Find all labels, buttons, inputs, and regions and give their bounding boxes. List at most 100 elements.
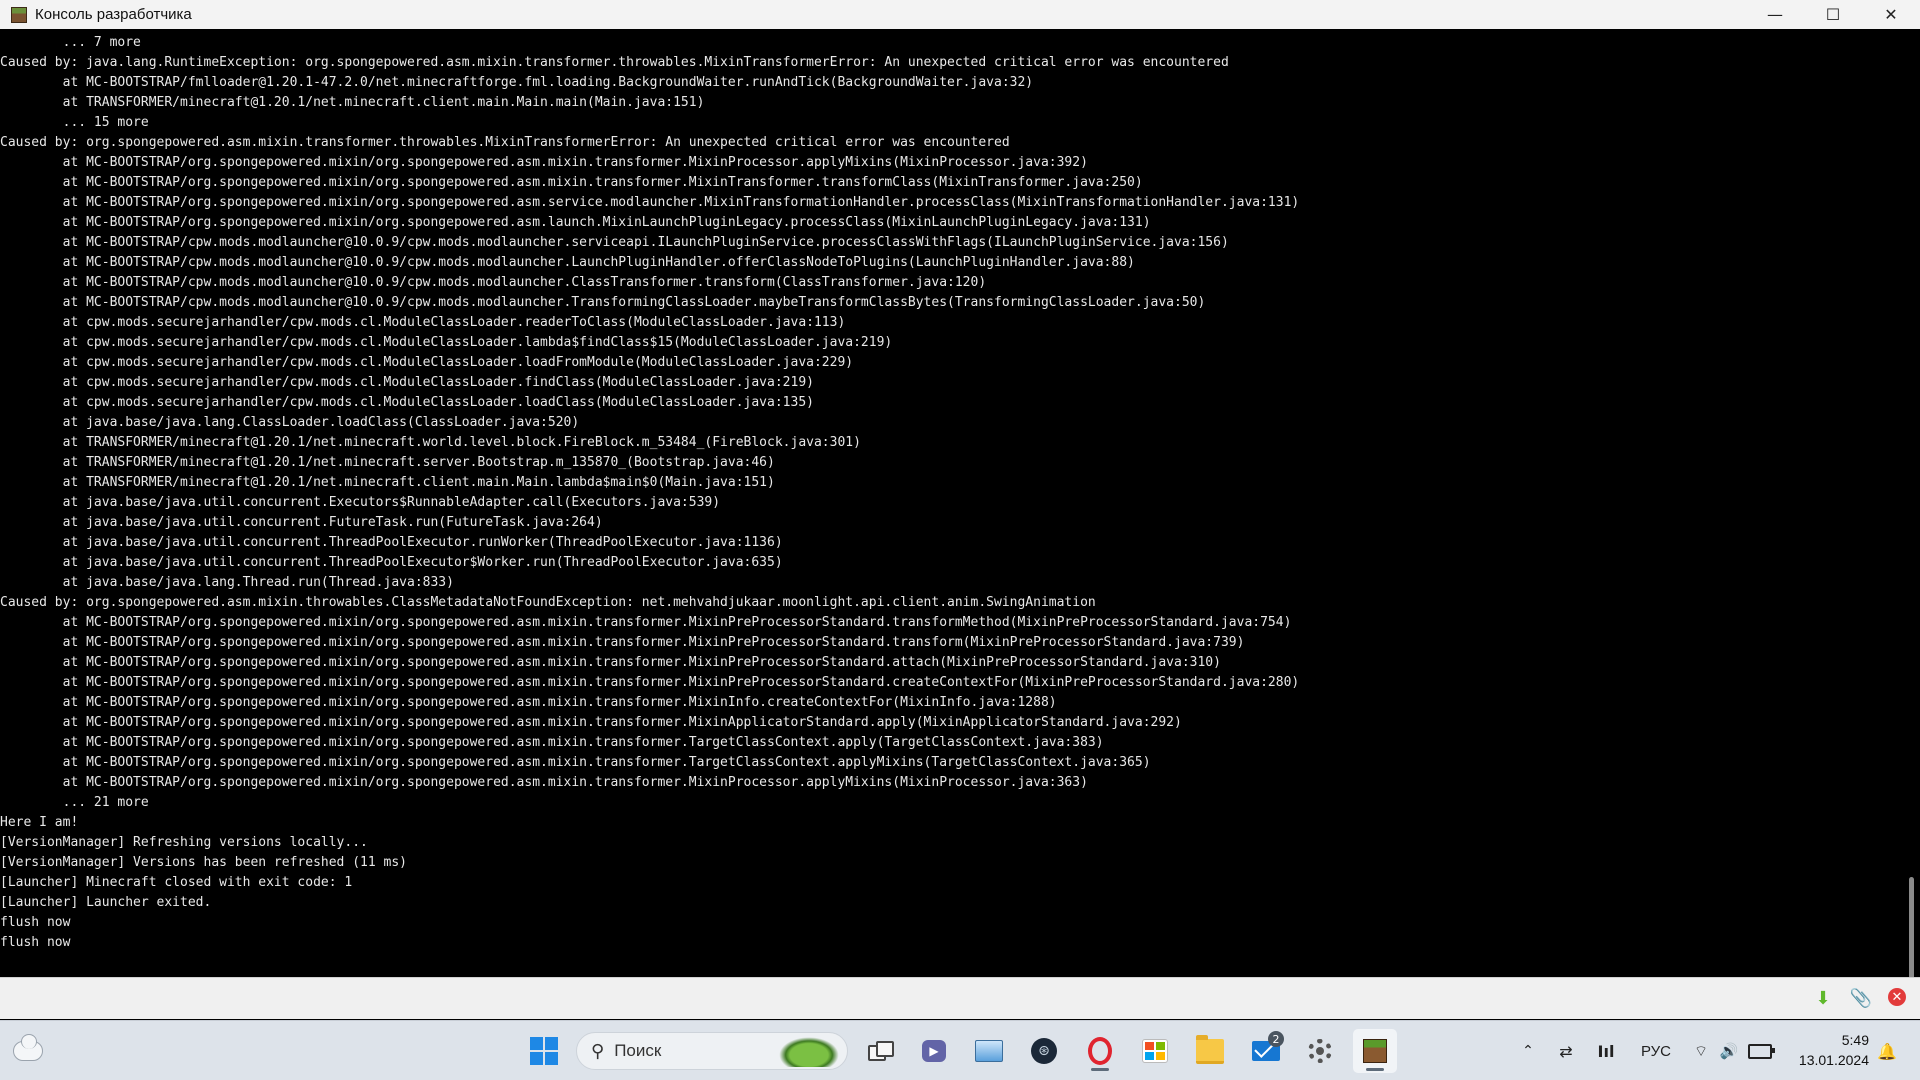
log-line: at cpw.mods.securejarhandler/cpw.mods.cl… <box>0 335 893 350</box>
log-line: at MC-BOOTSTRAP/org.spongepowered.mixin/… <box>0 195 1300 210</box>
log-line: at MC-BOOTSTRAP/org.spongepowered.mixin/… <box>0 775 1088 790</box>
log-line: at MC-BOOTSTRAP/cpw.mods.modlauncher@10.… <box>0 275 987 290</box>
log-line: ... 21 more <box>0 795 149 810</box>
photos-button[interactable] <box>967 1029 1011 1073</box>
log-line: Caused by: org.spongepowered.asm.mixin.t… <box>0 135 1010 150</box>
microsoft-store-icon <box>1142 1039 1168 1063</box>
chevron-up-icon: ⌃ <box>1522 1043 1534 1059</box>
search-placeholder: Поиск <box>614 1041 662 1060</box>
log-line: at TRANSFORMER/minecraft@1.20.1/net.mine… <box>0 455 775 470</box>
log-line: at cpw.mods.securejarhandler/cpw.mods.cl… <box>0 315 846 330</box>
log-line: Caused by: org.spongepowered.asm.mixin.t… <box>0 595 1096 610</box>
language-indicator[interactable]: РУС <box>1631 1021 1681 1080</box>
log-line: at TRANSFORMER/minecraft@1.20.1/net.mine… <box>0 95 705 110</box>
log-line: at MC-BOOTSTRAP/org.spongepowered.mixin/… <box>0 615 1292 630</box>
log-line: at MC-BOOTSTRAP/cpw.mods.modlauncher@10.… <box>0 255 1135 270</box>
log-line: at java.base/java.util.concurrent.Thread… <box>0 535 783 550</box>
windows-logo-icon <box>530 1037 558 1065</box>
log-line: at MC-BOOTSTRAP/org.spongepowered.mixin/… <box>0 755 1151 770</box>
log-line: at MC-BOOTSTRAP/cpw.mods.modlauncher@10.… <box>0 29 1299 33</box>
volume-button[interactable]: 🔊 <box>1716 1021 1742 1080</box>
log-line: at java.base/java.util.concurrent.Execut… <box>0 495 721 510</box>
close-button[interactable]: ✕ <box>1862 0 1920 29</box>
log-line: at MC-BOOTSTRAP/org.spongepowered.mixin/… <box>0 215 1151 230</box>
close-icon: ✕ <box>1891 989 1903 1005</box>
running-indicator <box>1091 1068 1109 1071</box>
log-line: ... 7 more <box>0 35 141 50</box>
log-line: at java.base/java.util.concurrent.Future… <box>0 515 603 530</box>
search-icon: ⚲ <box>591 1040 605 1062</box>
steam-button[interactable]: ⊛ <box>1022 1029 1066 1073</box>
wifi-icon: ⌔ <box>1693 1041 1709 1060</box>
show-hidden-icons-button[interactable]: ⌃ <box>1513 1021 1543 1080</box>
log-line: at java.base/java.lang.Thread.run(Thread… <box>0 575 454 590</box>
teams-button[interactable]: ▶ <box>912 1029 956 1073</box>
log-line: at TRANSFORMER/minecraft@1.20.1/net.mine… <box>0 475 775 490</box>
tray-sliders-icon: ⇄ <box>1559 1041 1573 1061</box>
log-line: at MC-BOOTSTRAP/cpw.mods.modlauncher@10.… <box>0 235 1229 250</box>
log-line: Here I am! <box>0 815 79 830</box>
log-line: at MC-BOOTSTRAP/org.spongepowered.mixin/… <box>0 655 1221 670</box>
minimize-button[interactable]: — <box>1746 0 1804 29</box>
tray-app-button-1[interactable]: ⇄ <box>1551 1021 1581 1080</box>
log-line: at MC-BOOTSTRAP/fmlloader@1.20.1-47.2.0/… <box>0 75 1034 90</box>
opera-icon <box>1088 1037 1112 1065</box>
clock-time: 5:49 <box>1841 1032 1869 1048</box>
log-line: [Launcher] Launcher exited. <box>0 895 212 910</box>
steam-icon: ⊛ <box>1031 1038 1057 1064</box>
notifications-button[interactable]: 🔔 <box>1872 1021 1902 1080</box>
log-line: at java.base/java.util.concurrent.Thread… <box>0 555 783 570</box>
log-line: at MC-BOOTSTRAP/org.spongepowered.mixin/… <box>0 695 1057 710</box>
minecraft-block-icon <box>1363 1039 1387 1063</box>
folder-icon <box>1196 1034 1224 1064</box>
battery-button[interactable] <box>1745 1021 1775 1080</box>
log-line: at TRANSFORMER/minecraft@1.20.1/net.mine… <box>0 435 861 450</box>
tray-signal-icon: Iıl <box>1597 1041 1615 1061</box>
opera-button[interactable] <box>1078 1029 1122 1073</box>
search-highlight-image <box>779 1037 839 1067</box>
log-line: flush now <box>0 935 71 950</box>
log-line: at MC-BOOTSTRAP/org.spongepowered.mixin/… <box>0 635 1245 650</box>
mail-button[interactable]: 2 <box>1244 1029 1288 1073</box>
console-output[interactable]: at MC-BOOTSTRAP/cpw.mods.modlauncher@10.… <box>0 29 1902 977</box>
volume-icon: 🔊 <box>1719 1042 1739 1060</box>
log-line: at cpw.mods.securejarhandler/cpw.mods.cl… <box>0 355 854 370</box>
file-explorer-button[interactable] <box>1188 1029 1232 1073</box>
widgets-button[interactable] <box>13 1034 43 1066</box>
scroll-thumb[interactable] <box>1909 877 1914 987</box>
title-bar[interactable]: Консоль разработчика — ☐ ✕ <box>0 0 1920 29</box>
store-button[interactable] <box>1133 1029 1177 1073</box>
log-line: ... 15 more <box>0 115 149 130</box>
maximize-button[interactable]: ☐ <box>1804 0 1862 29</box>
wifi-button[interactable]: ⌔ <box>1688 1021 1714 1080</box>
photos-icon <box>975 1040 1003 1062</box>
tray-app-button-2[interactable]: Iıl <box>1591 1021 1621 1080</box>
console-scrollbar[interactable] <box>1904 29 1920 987</box>
active-indicator <box>1366 1068 1384 1071</box>
log-line: at MC-BOOTSTRAP/org.spongepowered.mixin/… <box>0 715 1182 730</box>
taskbar-search[interactable]: ⚲ Поиск <box>576 1032 848 1070</box>
gear-icon <box>1308 1039 1332 1063</box>
attach-button[interactable]: 📎 <box>1850 987 1872 1009</box>
log-line: at MC-BOOTSTRAP/org.spongepowered.mixin/… <box>0 175 1143 190</box>
battery-icon <box>1748 1043 1775 1059</box>
bell-icon: 🔔 <box>1877 1041 1897 1061</box>
minecraft-launcher-button[interactable] <box>1353 1029 1397 1073</box>
minecraft-app-icon <box>11 6 27 23</box>
start-button[interactable] <box>522 1029 566 1073</box>
window-controls: — ☐ ✕ <box>1746 0 1920 29</box>
command-bar: ⬇ 📎 ✕ <box>0 977 1920 1019</box>
clock[interactable]: 5:49 13.01.2024 <box>1779 1030 1869 1070</box>
log-line: at MC-BOOTSTRAP/org.spongepowered.mixin/… <box>0 735 1104 750</box>
task-view-button[interactable] <box>858 1029 902 1073</box>
settings-button[interactable] <box>1298 1029 1342 1073</box>
close-console-button[interactable]: ✕ <box>1888 988 1906 1006</box>
log-lines: at MC-BOOTSTRAP/cpw.mods.modlauncher@10.… <box>0 29 1299 953</box>
download-button[interactable]: ⬇ <box>1812 987 1834 1009</box>
download-icon: ⬇ <box>1815 987 1831 1009</box>
mail-badge: 2 <box>1268 1031 1284 1047</box>
log-line: at MC-BOOTSTRAP/org.spongepowered.mixin/… <box>0 675 1300 690</box>
command-input[interactable] <box>6 984 1800 1014</box>
log-line: at cpw.mods.securejarhandler/cpw.mods.cl… <box>0 375 814 390</box>
teams-icon: ▶ <box>922 1040 946 1062</box>
